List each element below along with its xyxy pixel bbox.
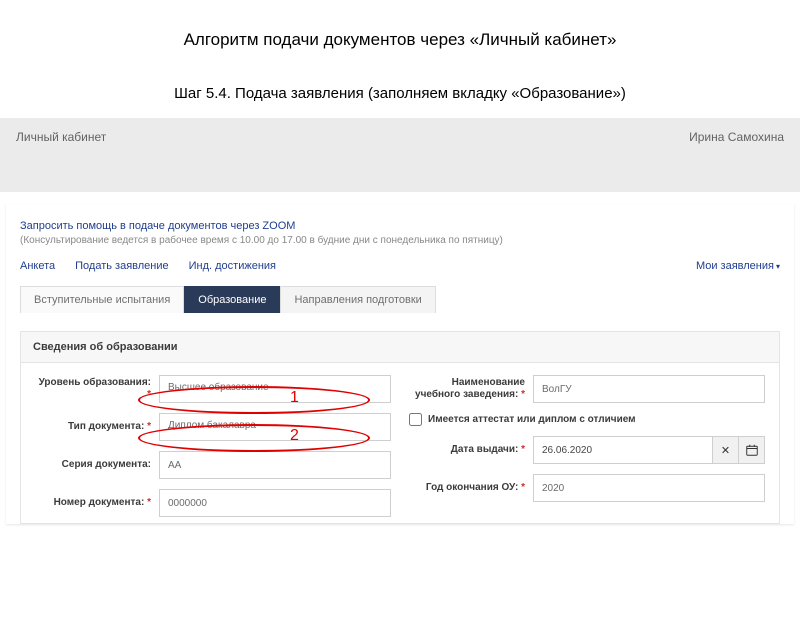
subtab-entrance-exams[interactable]: Вступительные испытания: [20, 286, 184, 313]
input-grad-year[interactable]: [533, 474, 765, 502]
user-name[interactable]: Ирина Самохина: [689, 130, 784, 144]
tab-anketa[interactable]: Анкета: [20, 260, 55, 272]
honors-check-row: Имеется аттестат или диплом с отличием: [409, 413, 765, 426]
select-doc-type[interactable]: Диплом бакалавра: [159, 413, 391, 441]
label-doc-type: Тип документа: *: [35, 421, 151, 433]
section-header: Сведения об образовании: [21, 332, 779, 363]
clear-date-button[interactable]: ✕: [713, 436, 739, 464]
tab-ind-achievements[interactable]: Инд. достижения: [189, 260, 276, 272]
main-tabs-row: Анкета Подать заявление Инд. достижения …: [20, 260, 780, 272]
zoom-help-link[interactable]: Запросить помощь в подаче документов чер…: [20, 220, 780, 232]
label-doc-number: Номер документа: *: [35, 497, 151, 509]
input-issue-date[interactable]: [533, 436, 713, 464]
app-top-bar: Личный кабинет Ирина Самохина: [0, 118, 800, 156]
tab-submit-application[interactable]: Подать заявление: [75, 260, 168, 272]
slide-subtitle: Шаг 5.4. Подача заявления (заполняем вкл…: [0, 85, 800, 102]
brand-label[interactable]: Личный кабинет: [16, 130, 106, 144]
subtab-education[interactable]: Образование: [184, 286, 280, 313]
my-applications-dropdown[interactable]: Мои заявления: [696, 260, 780, 272]
label-issue-date: Дата выдачи: *: [409, 444, 525, 456]
subtab-directions[interactable]: Направления подготовки: [280, 286, 435, 313]
checkbox-honors[interactable]: [409, 413, 422, 426]
education-section: Сведения об образовании Уровень образова…: [20, 331, 780, 524]
sub-tabs-row: Вступительные испытания Образование Напр…: [20, 286, 780, 313]
label-doc-series: Серия документа:: [35, 459, 151, 471]
select-education-level[interactable]: Высшее образование: [159, 375, 391, 403]
input-doc-number[interactable]: [159, 489, 391, 517]
form-column-right: Наименование учебного заведения: * Имеет…: [409, 375, 765, 517]
label-grad-year: Год окончания ОУ: *: [409, 482, 525, 494]
gray-band: [0, 156, 800, 192]
zoom-help-note: (Консультирование ведется в рабочее врем…: [20, 235, 780, 246]
input-school-name[interactable]: [533, 375, 765, 403]
form-column-left: Уровень образования: * Высшее образовани…: [35, 375, 391, 517]
slide-title: Алгоритм подачи документов через «Личный…: [0, 30, 800, 50]
label-school-name: Наименование учебного заведения: *: [409, 377, 525, 401]
label-education-level: Уровень образования: *: [35, 377, 151, 401]
label-honors: Имеется аттестат или диплом с отличием: [428, 414, 636, 425]
content-panel: Запросить помощь в подаче документов чер…: [6, 204, 794, 524]
calendar-icon[interactable]: [739, 436, 765, 464]
input-doc-series[interactable]: [159, 451, 391, 479]
